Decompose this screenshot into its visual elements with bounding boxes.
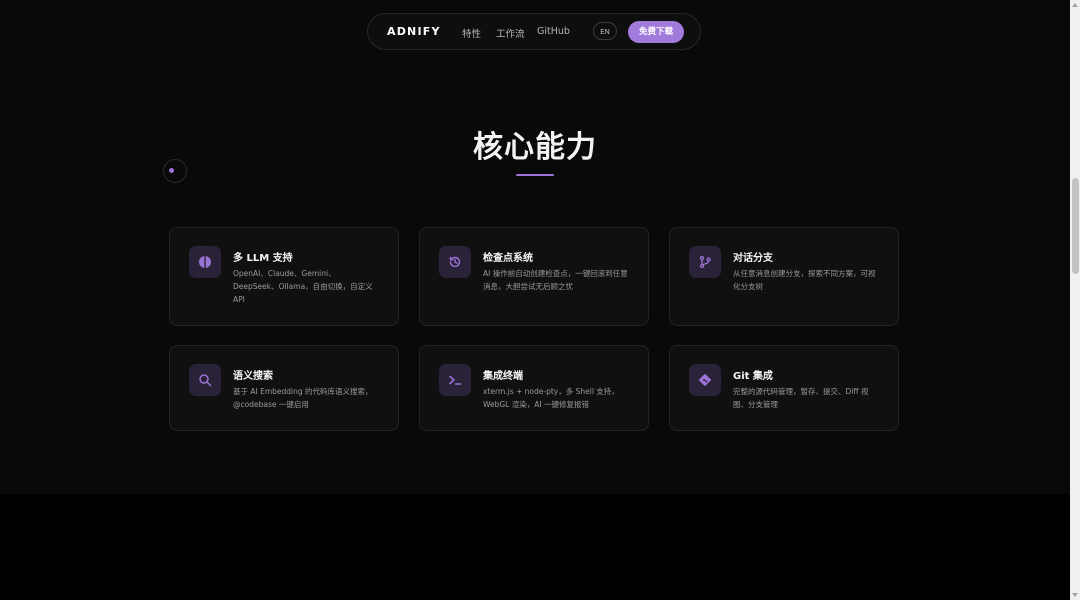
feature-card-branching: 对话分支 从任意消息创建分支，探索不同方案，可视化分支树	[669, 227, 899, 326]
git-icon	[689, 364, 721, 396]
nav-link-github[interactable]: GitHub	[537, 26, 570, 37]
feature-card-git: Git 集成 完整的源代码管理，暂存、提交、Diff 视图、分支管理	[669, 345, 899, 431]
feature-card-semantic-search: 语义搜索 基于 AI Embedding 的代码库语义搜索，@codebase …	[169, 345, 399, 431]
scroll-down-icon[interactable]	[1072, 593, 1078, 597]
feature-title: 集成终端	[483, 371, 523, 382]
feature-title: 检查点系统	[483, 253, 533, 264]
feature-card-terminal: 集成终端 xterm.js + node-pty，多 Shell 支持，WebG…	[419, 345, 649, 431]
terminal-icon	[439, 364, 471, 396]
git-branch-icon	[689, 246, 721, 278]
feature-title: Git 集成	[733, 371, 773, 382]
history-icon	[439, 246, 471, 278]
brain-icon	[189, 246, 221, 278]
feature-card-multi-llm: 多 LLM 支持 OpenAI、Claude、Gemini、DeepSeek、O…	[169, 227, 399, 326]
feature-title: 多 LLM 支持	[233, 253, 293, 264]
top-nav: ADNIFY 特性 工作流 GitHub EN 免费下载	[367, 13, 701, 50]
brand-logo[interactable]: ADNIFY	[387, 25, 441, 38]
feature-title: 对话分支	[733, 253, 773, 264]
decorative-ring	[163, 159, 187, 183]
feature-description: 完整的源代码管理，暂存、提交、Diff 视图、分支管理	[733, 387, 869, 409]
section-title: 核心能力	[473, 130, 597, 165]
feature-title: 语义搜索	[233, 371, 273, 382]
download-button[interactable]: 免费下载	[628, 21, 684, 43]
title-underline	[516, 174, 554, 176]
next-section	[0, 494, 1070, 600]
language-toggle-button[interactable]: EN	[593, 22, 617, 40]
nav-link-features[interactable]: 特性	[462, 26, 481, 40]
feature-description: 从任意消息创建分支，探索不同方案，可视化分支树	[733, 269, 876, 291]
scrollbar-thumb[interactable]	[1072, 178, 1079, 274]
nav-link-workflow[interactable]: 工作流	[496, 26, 525, 40]
search-icon	[189, 364, 221, 396]
scrollbar[interactable]	[1070, 0, 1080, 600]
feature-description: OpenAI、Claude、Gemini、DeepSeek、Ollama，自由切…	[233, 269, 373, 304]
feature-card-checkpoint: 检查点系统 AI 操作前自动创建检查点，一键回滚到任意消息，大胆尝试无后顾之忧	[419, 227, 649, 326]
decorative-dot	[169, 168, 174, 173]
page: ADNIFY 特性 工作流 GitHub EN 免费下载 核心能力 多 LLM …	[0, 0, 1080, 600]
scroll-up-icon[interactable]	[1072, 3, 1078, 7]
feature-description: AI 操作前自动创建检查点，一键回滚到任意消息，大胆尝试无后顾之忧	[483, 269, 628, 291]
feature-description: xterm.js + node-pty，多 Shell 支持，WebGL 渲染，…	[483, 387, 619, 409]
feature-description: 基于 AI Embedding 的代码库语义搜索，@codebase 一键启用	[233, 387, 373, 409]
